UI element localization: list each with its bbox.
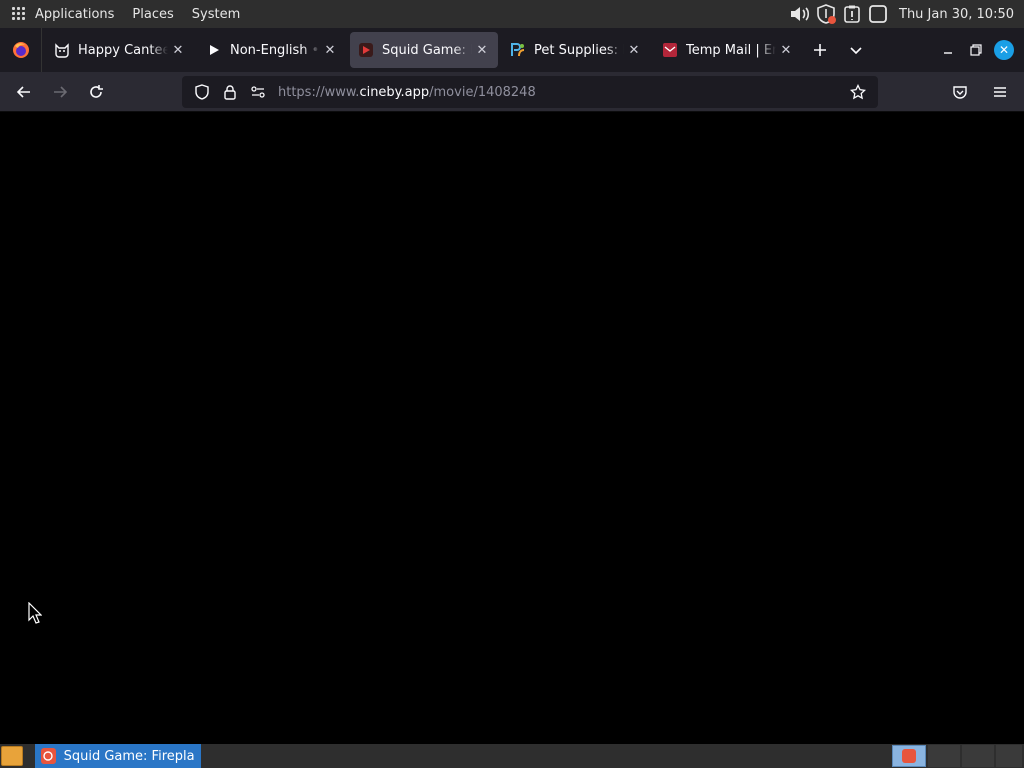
window-list-icon[interactable] [867, 3, 889, 25]
menu-system[interactable]: System [192, 7, 240, 22]
tab-close-icon[interactable]: ✕ [322, 42, 338, 58]
url-domain: cineby.app [359, 84, 430, 100]
play-icon [206, 42, 222, 58]
tab-close-icon[interactable]: ✕ [170, 42, 186, 58]
back-arrow-icon[interactable] [8, 76, 40, 108]
shield-update-icon[interactable] [815, 3, 837, 25]
tab-pet-supplies[interactable]: Pet Supplies: Dog ✕ [502, 32, 650, 68]
tracking-protection-shield-icon[interactable] [188, 78, 216, 106]
workspace-2[interactable] [928, 745, 960, 767]
tab-non-english[interactable]: Non-English • free ✕ [198, 32, 346, 68]
lock-icon[interactable] [216, 78, 244, 106]
toolbar-right [940, 76, 1016, 108]
pet-supplies-icon [510, 42, 526, 58]
minimize-icon[interactable] [934, 36, 962, 64]
permissions-icon[interactable] [244, 78, 272, 106]
close-window-icon[interactable]: ✕ [990, 36, 1018, 64]
mouse-cursor-icon [28, 601, 43, 628]
clipboard-icon[interactable] [841, 3, 863, 25]
new-tab-plus-icon[interactable] [802, 32, 838, 68]
taskbar-window-squid-game[interactable]: Squid Game: Firepla… [35, 744, 201, 768]
temp-mail-icon [662, 42, 678, 58]
workspace-1[interactable] [892, 745, 926, 767]
reload-icon[interactable] [80, 76, 112, 108]
apps-grid-icon[interactable] [12, 7, 26, 21]
tab-temp-mail[interactable]: Temp Mail | Email ✕ [654, 32, 802, 68]
firefox-window-icon [41, 748, 56, 764]
show-desktop-icon[interactable] [1, 746, 23, 766]
url-path: /movie/1408248 [429, 84, 536, 100]
clock[interactable]: Thu Jan 30, 10:50 [899, 7, 1014, 22]
list-all-tabs-chevron-icon[interactable] [838, 32, 874, 68]
url-prefix: https://www. [278, 84, 360, 100]
tab-close-icon[interactable]: ✕ [474, 42, 490, 58]
tab-close-icon[interactable]: ✕ [778, 42, 794, 58]
tab-close-icon[interactable]: ✕ [626, 42, 642, 58]
navigation-toolbar: https://www.cineby.app/movie/1408248 [0, 72, 1024, 112]
window-controls: ✕ [934, 28, 1024, 72]
tab-squid-game[interactable]: Squid Game: Fireplace ✕ [350, 32, 498, 68]
top-system-panel: Applications Places System Thu Jan 30, 1… [0, 0, 1024, 28]
url-text[interactable]: https://www.cineby.app/movie/1408248 [278, 85, 536, 100]
system-tray: Thu Jan 30, 10:50 [789, 0, 1024, 28]
menu-places[interactable]: Places [132, 7, 173, 22]
menu-applications[interactable]: Applications [35, 7, 114, 22]
tab-title: Pet Supplies: Dog [534, 42, 624, 58]
tab-title: Happy Canteen [78, 42, 168, 58]
pocket-icon[interactable] [944, 76, 976, 108]
restore-icon[interactable] [962, 36, 990, 64]
url-bar[interactable]: https://www.cineby.app/movie/1408248 [182, 76, 878, 108]
cat-face-icon [54, 42, 70, 58]
workspace-3[interactable] [962, 745, 994, 767]
tab-title: Temp Mail | Email [686, 42, 776, 58]
tab-happy-canteen[interactable]: Happy Canteen ✕ [46, 32, 194, 68]
taskbar-window-label: Squid Game: Firepla… [63, 748, 195, 764]
tab-bar: Happy Canteen ✕ Non-English • free ✕ Squ… [0, 28, 1024, 72]
volume-icon[interactable] [789, 3, 811, 25]
firefox-logo-icon[interactable] [0, 28, 42, 72]
bookmark-star-icon[interactable] [844, 78, 872, 106]
tab-title: Non-English • free [230, 42, 320, 58]
forward-arrow-icon[interactable] [44, 76, 76, 108]
workspace-app-icon [902, 749, 916, 763]
bottom-taskbar: Squid Game: Firepla… [0, 744, 1024, 768]
page-content-video-area[interactable] [0, 113, 1024, 744]
hamburger-menu-icon[interactable] [984, 76, 1016, 108]
tab-title: Squid Game: Fireplace [382, 42, 472, 58]
cineby-icon [358, 42, 374, 58]
workspace-4[interactable] [996, 745, 1022, 767]
